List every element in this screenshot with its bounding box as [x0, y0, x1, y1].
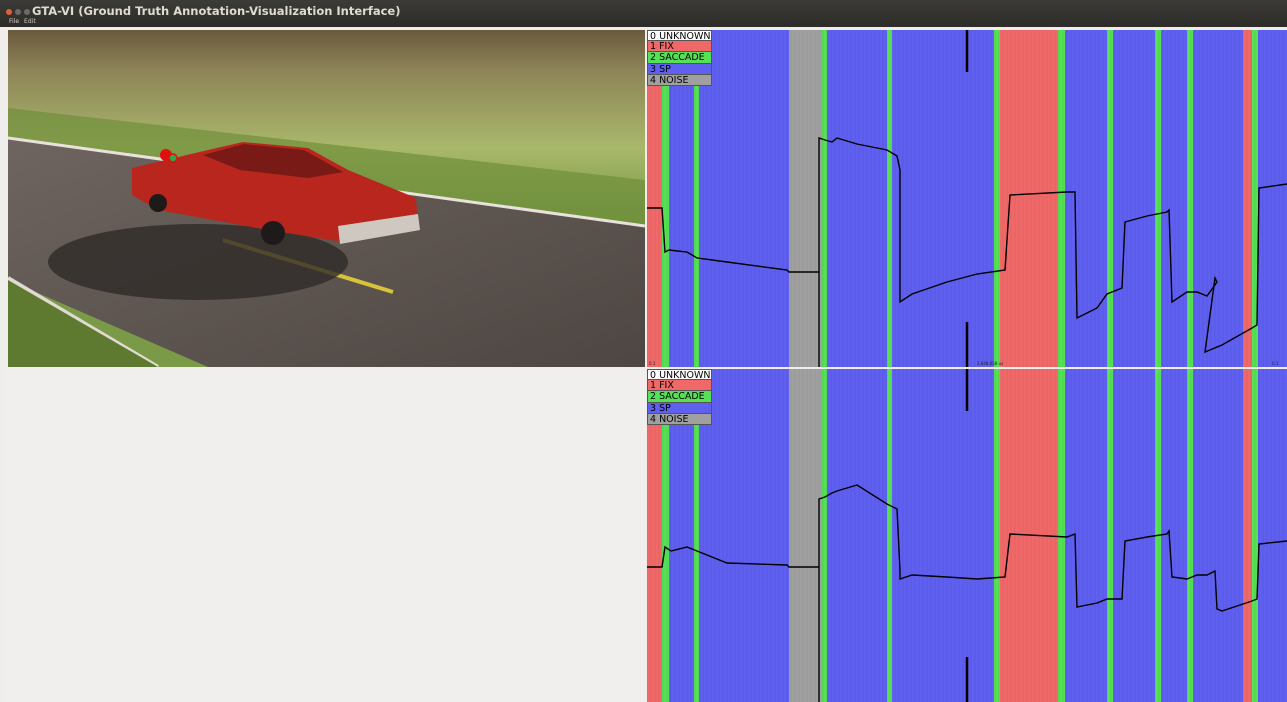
segment-sp[interactable] [827, 369, 887, 702]
gaze-marker-secondary [168, 153, 178, 163]
menu-file[interactable]: File [9, 18, 19, 25]
timeline-plot-bottom[interactable] [647, 369, 1287, 702]
legend-fix: 1 FIX [647, 380, 712, 392]
minimize-window-icon[interactable] [15, 9, 21, 15]
event-legend: 0 UNKNOWN 1 FIX 2 SACCADE 3 SP 4 NOISE [647, 30, 712, 86]
annotation-timeline-top[interactable]: 0 UNKNOWN 1 FIX 2 SACCADE 3 SP 4 NOISE 0… [647, 30, 1287, 367]
timeline-end-label: 0.1 [1272, 361, 1279, 366]
segment-noise[interactable] [789, 30, 822, 367]
timeline-center-label: 2,648,058 us [977, 361, 1004, 366]
timeline-plot-top[interactable] [647, 30, 1287, 367]
empty-panel [4, 368, 646, 702]
video-frame[interactable] [8, 30, 645, 367]
segment-saccade[interactable] [1187, 369, 1193, 702]
legend-fix: 1 FIX [647, 41, 712, 53]
segment-saccade[interactable] [1107, 30, 1113, 367]
menu-edit[interactable]: Edit [24, 18, 36, 25]
maximize-window-icon[interactable] [24, 9, 30, 15]
legend-saccade: 2 SACCADE [647, 52, 712, 64]
video-scene [8, 30, 645, 367]
annotation-timeline-bottom[interactable]: 0 UNKNOWN 1 FIX 2 SACCADE 3 SP 4 NOISE [647, 369, 1287, 702]
legend-sp: 3 SP [647, 63, 712, 75]
legend-sp: 3 SP [647, 402, 712, 414]
close-window-icon[interactable] [6, 9, 12, 15]
segment-saccade[interactable] [1155, 30, 1161, 367]
timeline-start-label: 0.1 [649, 361, 656, 366]
segment-fix[interactable] [1000, 30, 1058, 367]
segment-noise[interactable] [789, 369, 822, 702]
segment-saccade[interactable] [1187, 30, 1193, 367]
title-bar: GTA-VI (Ground Truth Annotation-Visualiz… [0, 0, 1287, 27]
segment-sp[interactable] [827, 30, 887, 367]
legend-noise: 4 NOISE [647, 413, 712, 425]
segment-saccade[interactable] [1107, 369, 1113, 702]
menu-bar: File Edit [9, 18, 36, 25]
legend-unknown: 0 UNKNOWN [647, 30, 712, 42]
legend-noise: 4 NOISE [647, 74, 712, 86]
legend-saccade: 2 SACCADE [647, 391, 712, 403]
window-title: GTA-VI (Ground Truth Annotation-Visualiz… [32, 4, 401, 18]
legend-unknown: 0 UNKNOWN [647, 369, 712, 381]
event-legend: 0 UNKNOWN 1 FIX 2 SACCADE 3 SP 4 NOISE [647, 369, 712, 425]
window-controls [6, 9, 30, 15]
